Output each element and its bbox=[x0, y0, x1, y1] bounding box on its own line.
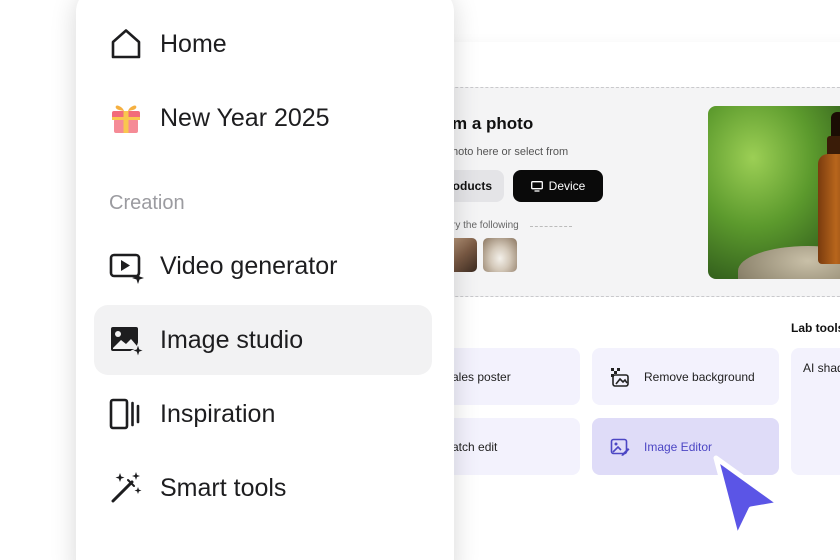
image-editor-icon bbox=[610, 438, 630, 456]
remove-background-card[interactable]: Remove background bbox=[592, 348, 779, 405]
device-button[interactable]: Device bbox=[513, 170, 603, 202]
sidebar-item-smart-tools[interactable]: Smart tools bbox=[94, 453, 432, 523]
pointer-cursor-icon bbox=[713, 455, 783, 541]
sidebar-item-video-generator[interactable]: Video generator bbox=[94, 231, 432, 301]
try-label: ry the following bbox=[452, 220, 519, 231]
sidebar-item-new-year-2025[interactable]: New Year 2025 bbox=[94, 83, 432, 153]
sidebar-item-label: Video generator bbox=[160, 251, 338, 280]
photo-bottle bbox=[818, 154, 840, 264]
sidebar-item-label: Home bbox=[160, 29, 227, 58]
sales-poster-label: ales poster bbox=[452, 369, 511, 384]
sidebar-item-label: Inspiration bbox=[160, 399, 276, 428]
image-studio-icon bbox=[108, 322, 144, 358]
device-button-label: Device bbox=[548, 179, 586, 193]
monitor-icon bbox=[530, 180, 543, 192]
sidebar-item-label: New Year 2025 bbox=[160, 103, 330, 132]
ai-shadow-label: AI shad bbox=[803, 361, 840, 375]
home-icon bbox=[108, 26, 144, 62]
upload-title: m a photo bbox=[452, 114, 534, 133]
upload-subtitle: hoto here or select from bbox=[452, 146, 569, 158]
sample-thumbnail[interactable] bbox=[483, 238, 517, 272]
remove-background-icon bbox=[611, 367, 629, 387]
remove-background-label: Remove background bbox=[644, 369, 755, 384]
preview-photo bbox=[708, 106, 840, 279]
batch-edit-label: atch edit bbox=[452, 439, 498, 454]
sidebar-item-home[interactable]: Home bbox=[94, 9, 432, 79]
sidebar-item-label: Smart tools bbox=[160, 473, 287, 502]
try-divider bbox=[530, 226, 572, 227]
gift-icon bbox=[108, 100, 144, 136]
sidebar-item-inspiration[interactable]: Inspiration bbox=[94, 379, 432, 449]
photo-bottle-dropper bbox=[831, 112, 840, 138]
image-editor-label: Image Editor bbox=[644, 439, 713, 454]
sidebar-item-label: Image studio bbox=[160, 325, 304, 354]
stage: m a photo hoto here or select from roduc… bbox=[0, 0, 840, 560]
inspiration-icon bbox=[108, 396, 144, 432]
sidebar-item-image-studio[interactable]: Image studio bbox=[94, 305, 432, 375]
video-generator-icon bbox=[108, 248, 144, 284]
lab-tools-title: Lab tools bbox=[791, 321, 840, 335]
section-label-creation: Creation bbox=[109, 192, 185, 214]
magic-wand-icon bbox=[108, 470, 144, 506]
ai-shadow-card[interactable]: AI shad bbox=[791, 348, 840, 475]
